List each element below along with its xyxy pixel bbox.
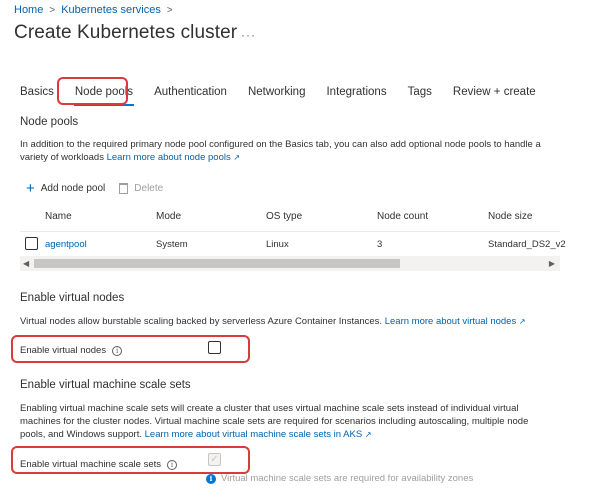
availability-zones-note: i Virtual machine scale sets are require… [206, 473, 473, 484]
vmss-highlight [11, 446, 250, 474]
learn-more-virtual-nodes-link[interactable]: Learn more about virtual nodes [385, 316, 517, 327]
cell-mode: System [156, 239, 188, 250]
column-header-name[interactable]: Name [45, 211, 72, 222]
vmss-description: Enabling virtual machine scale sets will… [20, 403, 529, 440]
vmss-heading: Enable virtual machine scale sets [20, 379, 191, 391]
chevron-right-icon: > [166, 4, 173, 16]
delete-button[interactable]: Delete [119, 183, 163, 194]
scrollbar-thumb[interactable] [34, 259, 400, 268]
breadcrumb: Home > Kubernetes services > [14, 4, 173, 16]
cell-os-type: Linux [266, 239, 289, 250]
external-link-icon: ↗ [518, 317, 526, 326]
column-header-node-size[interactable]: Node size [488, 211, 532, 222]
page-title: Create Kubernetes cluster [14, 22, 238, 43]
scroll-left-icon[interactable]: ◀ [23, 256, 29, 271]
cell-node-size: Standard_DS2_v2 [488, 239, 566, 250]
chevron-right-icon: > [49, 4, 56, 16]
add-node-pool-button[interactable]: + Add node pool [26, 179, 105, 197]
node-pool-toolbar: + Add node pool Delete [26, 179, 177, 197]
tab-integrations[interactable]: Integrations [326, 84, 386, 100]
learn-more-node-pools-link[interactable]: Learn more about node pools [107, 152, 231, 163]
column-header-node-count[interactable]: Node count [377, 211, 428, 222]
virtual-nodes-description: Virtual nodes allow burstable scaling ba… [20, 316, 526, 327]
tab-authentication[interactable]: Authentication [154, 84, 227, 100]
tab-review-create[interactable]: Review + create [453, 84, 536, 100]
info-filled-icon: i [206, 473, 216, 484]
external-link-icon: ↗ [364, 430, 372, 439]
node-pool-name-link[interactable]: agentpool [45, 239, 87, 250]
node-pools-description: In addition to the required primary node… [20, 139, 541, 163]
external-link-icon: ↗ [233, 153, 241, 162]
table-row: agentpool System Linux 3 Standard_DS2_v2 [20, 231, 566, 256]
cell-node-count: 3 [377, 239, 383, 250]
virtual-nodes-highlight [11, 335, 250, 363]
trash-icon [119, 183, 129, 194]
breadcrumb-kubernetes-services[interactable]: Kubernetes services [61, 4, 161, 16]
virtual-nodes-heading: Enable virtual nodes [20, 292, 125, 304]
node-pools-heading: Node pools [20, 116, 79, 128]
column-header-os-type[interactable]: OS type [266, 211, 302, 222]
breadcrumb-home[interactable]: Home [14, 4, 43, 16]
row-select-checkbox[interactable] [25, 237, 38, 250]
column-header-mode[interactable]: Mode [156, 211, 181, 222]
node-pools-tab-highlight [57, 77, 128, 105]
tab-networking[interactable]: Networking [248, 84, 306, 100]
learn-more-vmss-link[interactable]: Learn more about virtual machine scale s… [145, 429, 363, 440]
scroll-right-icon[interactable]: ▶ [549, 256, 555, 271]
horizontal-scrollbar[interactable]: ◀ ▶ [20, 256, 560, 271]
tab-tags[interactable]: Tags [408, 84, 432, 100]
tab-basics[interactable]: Basics [20, 84, 54, 100]
plus-icon: + [26, 179, 35, 197]
more-options-icon[interactable]: ··· [241, 28, 256, 42]
